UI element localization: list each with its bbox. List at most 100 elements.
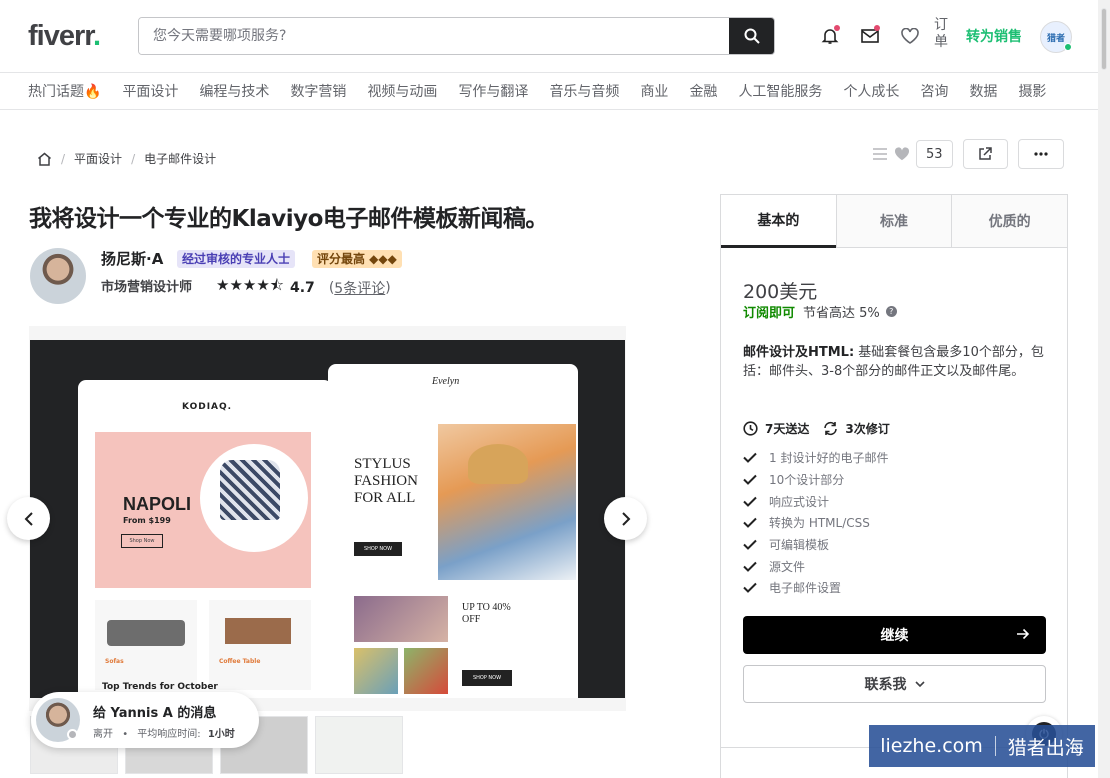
gallery-prev-button[interactable] [7, 497, 50, 540]
heart-icon[interactable] [894, 147, 910, 161]
check-icon [743, 452, 769, 464]
category-trending[interactable]: 热门话题🔥 [28, 81, 101, 101]
seller-name[interactable]: 扬尼斯·A [101, 248, 163, 269]
mockup-trends: Top Trends for October [102, 682, 218, 692]
check-icon [743, 561, 769, 572]
category-personal-growth[interactable]: 个人成长 [843, 81, 899, 101]
search-input[interactable] [139, 18, 729, 54]
email-mockup-left: KODIAQ. NAPOLI From $199 Shop Now Sofas … [78, 380, 332, 698]
feature-text: 源文件 [769, 559, 806, 574]
continue-label: 继续 [880, 628, 909, 644]
sofa-image [107, 620, 185, 646]
breadcrumb-separator: / [61, 151, 66, 166]
mockup-shop-now: SHOP NOW [354, 542, 402, 556]
gallery-main-image[interactable]: KODIAQ. NAPOLI From $199 Shop Now Sofas … [30, 340, 625, 698]
message-dot [874, 25, 880, 31]
gallery-next-button[interactable] [604, 497, 647, 540]
category-business[interactable]: 商业 [640, 81, 668, 101]
top-rated-badge: 评分最高 ◆◆◆ [312, 250, 402, 268]
mockup-circle [200, 444, 308, 552]
subscribe-link[interactable]: 订阅即可 [743, 302, 795, 321]
feature-text: 响应式设计 [769, 494, 830, 509]
reviews-link[interactable]: 5条评论 [334, 278, 385, 298]
orders-link[interactable]: 订单 [934, 17, 950, 51]
continue-button[interactable]: 继续 [743, 616, 1046, 654]
more-options-button[interactable] [1017, 139, 1064, 169]
scrollbar[interactable] [1098, 0, 1110, 778]
share-icon [979, 147, 992, 160]
user-avatar[interactable]: 猎者 [1040, 21, 1072, 53]
feature-item: 10个设计部分 [743, 469, 888, 491]
messages-button[interactable] [850, 20, 890, 52]
thumbnail[interactable] [315, 716, 403, 774]
reviews-paren-close: ) [385, 279, 391, 296]
check-icon [743, 474, 769, 485]
message-seller-popup[interactable]: 给 Yannis A 的消息 离开 • 平均响应时间: 1小时 [31, 692, 259, 748]
header-icons [810, 20, 930, 52]
category-ai-services[interactable]: 人工智能服务 [738, 81, 822, 101]
category-music-audio[interactable]: 音乐与音频 [549, 81, 619, 101]
seller-avatar[interactable] [30, 248, 86, 304]
category-consulting[interactable]: 咨询 [920, 81, 948, 101]
model-photo [438, 424, 576, 580]
package-meta: 7天送达 3次修订 [743, 420, 904, 437]
mockup-photo-4 [404, 648, 448, 694]
fiverr-logo[interactable]: fiverr. [28, 20, 138, 53]
delivery-time: 7天送达 [743, 420, 809, 437]
search-button[interactable] [729, 18, 774, 54]
category-digital-marketing[interactable]: 数字营销 [290, 81, 346, 101]
breadcrumb-graphic-design[interactable]: 平面设计 [74, 150, 122, 167]
mockup-product-sofa: Sofas [95, 600, 197, 690]
tab-basic[interactable]: 基本的 [721, 195, 836, 248]
category-graphic-design[interactable]: 平面设计 [122, 81, 178, 101]
share-button[interactable] [962, 139, 1008, 169]
help-icon[interactable]: ? [885, 306, 897, 317]
delivery-text: 7天送达 [765, 422, 810, 436]
home-icon[interactable] [37, 152, 52, 166]
feature-item: 电子邮件设置 [743, 577, 888, 599]
mockup-price: From $199 [123, 516, 171, 525]
mockup-shop-now-small: Shop Now [121, 534, 163, 548]
sofa-label: Sofas [105, 658, 124, 665]
mockup-shop-now-2: SHOP NOW [462, 670, 512, 686]
heart-outline-icon [901, 28, 919, 44]
feature-text: 10个设计部分 [769, 473, 845, 488]
contact-me-button[interactable]: 联系我 [743, 665, 1046, 703]
become-seller-link[interactable]: 转为销售 [966, 26, 1022, 46]
feature-item: 可编辑模板 [743, 534, 888, 556]
category-photography[interactable]: 摄影 [1018, 81, 1046, 101]
stars-icon: ★★★★⯪ [216, 276, 284, 294]
notifications-button[interactable] [810, 20, 850, 52]
package-price: 200美元 [743, 281, 818, 303]
check-icon [743, 496, 769, 507]
table-label: Coffee Table [219, 658, 261, 665]
refresh-icon [824, 421, 838, 436]
category-programming[interactable]: 编程与技术 [199, 81, 269, 101]
more-icon [1033, 152, 1048, 156]
like-count: 53 [916, 140, 953, 168]
feature-item: 响应式设计 [743, 490, 888, 512]
scrollbar-thumb[interactable] [1101, 8, 1107, 70]
mockup-photo-2 [354, 596, 448, 642]
check-icon [743, 539, 769, 551]
mockup-product-table: Coffee Table [209, 600, 311, 690]
category-finance[interactable]: 金融 [689, 81, 717, 101]
tab-premium[interactable]: 优质的 [951, 195, 1068, 248]
clock-icon [743, 421, 758, 436]
hat-shape [468, 444, 528, 484]
list-icon[interactable] [872, 148, 888, 160]
table-image [225, 618, 291, 644]
feature-list: 1 封设计好的电子邮件 10个设计部分 响应式设计 转换为 HTML/CSS 可… [743, 447, 888, 599]
feature-item: 1 封设计好的电子邮件 [743, 447, 888, 469]
breadcrumb-email-design[interactable]: 电子邮件设计 [144, 150, 216, 167]
message-status: 离开 • 平均响应时间: 1小时 [93, 729, 235, 740]
contact-label: 联系我 [864, 677, 907, 693]
watermark-left: liezhe.com [880, 735, 983, 757]
favorites-button[interactable] [890, 20, 930, 52]
rating: ★★★★⯪ 4.7 ( 5条评论 ) [216, 275, 391, 300]
tab-standard[interactable]: 标准 [835, 195, 952, 248]
category-video-animation[interactable]: 视频与动画 [367, 81, 437, 101]
category-data[interactable]: 数据 [969, 81, 997, 101]
revisions: 3次修订 [823, 420, 890, 437]
category-writing-translation[interactable]: 写作与翻译 [458, 81, 528, 101]
